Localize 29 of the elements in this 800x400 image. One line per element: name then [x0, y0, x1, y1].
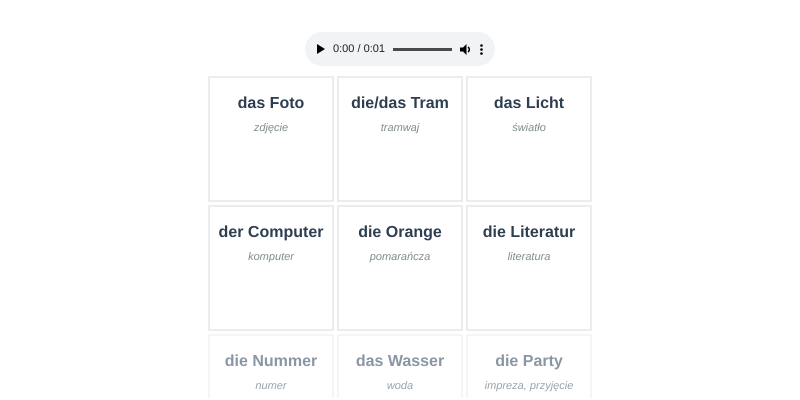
- play-icon[interactable]: [317, 44, 325, 54]
- german-word: die/das Tram: [350, 94, 450, 114]
- time-display: 0:00 / 0:01: [333, 42, 385, 57]
- german-word: die Party: [494, 352, 564, 372]
- polish-translation: tramwaj: [380, 121, 420, 136]
- word-card[interactable]: das Licht światło: [466, 76, 592, 202]
- polish-translation: numer: [254, 379, 288, 394]
- word-card[interactable]: der Computer komputer: [208, 205, 334, 331]
- polish-translation: pomarańcza: [368, 250, 432, 265]
- german-word: der Computer: [218, 223, 324, 243]
- german-word: die Literatur: [482, 223, 576, 243]
- word-card[interactable]: das Foto zdjęcie: [208, 76, 334, 202]
- polish-translation: literatura: [506, 250, 552, 265]
- polish-translation: komputer: [247, 250, 296, 265]
- german-word: das Foto: [236, 94, 306, 114]
- word-card[interactable]: die Orange pomarańcza: [337, 205, 463, 331]
- german-word: das Wasser: [354, 352, 446, 372]
- polish-translation: impreza, przyjęcie: [484, 379, 574, 394]
- more-options-icon[interactable]: [480, 44, 483, 54]
- german-word: die Orange: [357, 223, 443, 243]
- polish-translation: światło: [511, 121, 547, 136]
- word-card[interactable]: die/das Tram tramwaj: [337, 76, 463, 202]
- polish-translation: woda: [386, 379, 414, 394]
- word-card[interactable]: die Literatur literatura: [466, 205, 592, 331]
- seek-bar[interactable]: [393, 48, 452, 50]
- volume-icon[interactable]: [460, 44, 472, 54]
- german-word: das Licht: [492, 94, 566, 114]
- german-word: die Nummer: [224, 352, 318, 372]
- polish-translation: zdjęcie: [252, 121, 290, 136]
